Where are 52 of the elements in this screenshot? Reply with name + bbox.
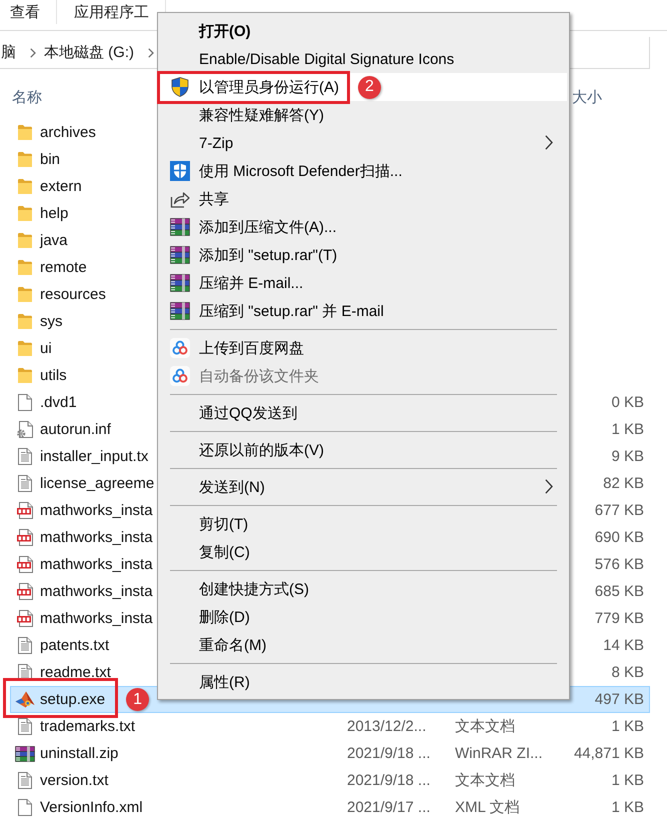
file-name: readme.txt — [40, 664, 111, 681]
type-cell-text: WinRAR ZI... — [455, 745, 544, 762]
type-cell-text: 文本文档 — [455, 717, 516, 736]
file-name: mathworks_insta — [40, 556, 153, 573]
file-name: autorun.inf — [40, 421, 111, 438]
file-name: mathworks_insta — [40, 529, 153, 546]
size-cell-text: 1 KB — [610, 421, 644, 438]
file-name: sys — [40, 313, 62, 330]
file-name: .dvd1 — [40, 394, 77, 411]
date-cell-text: 2021/9/18 ... — [347, 745, 432, 762]
size-cell-text: 576 KB — [594, 556, 644, 573]
file-name: installer_input.tx — [40, 448, 148, 465]
step-badge: 2 — [358, 76, 381, 98]
file-name: patents.txt — [40, 637, 110, 654]
size-cell-text: 779 KB — [594, 610, 644, 627]
file-name: ui — [40, 340, 52, 357]
size-cell-text: 0 KB — [610, 394, 644, 411]
size-cell-text: 497 KB — [594, 691, 644, 708]
size-cell-text: 1 KB — [610, 772, 644, 789]
date-cell-text: 2021/9/17 ... — [347, 799, 432, 816]
size-cell-text: 1 KB — [610, 718, 644, 735]
file-name: mathworks_insta — [40, 502, 153, 519]
size-cell-text: 8 KB — [610, 664, 644, 681]
size-cell-text: 82 KB — [602, 475, 644, 492]
type-cell-text: 文本文档 — [455, 771, 516, 790]
date-cell-text: 2013/12/2... — [347, 718, 428, 735]
file-name: version.txt — [40, 772, 108, 789]
file-name: trademarks.txt — [40, 718, 136, 735]
file-name: bin — [40, 151, 60, 168]
size-cell-text: 677 KB — [594, 502, 644, 519]
step-badge: 1 — [126, 688, 150, 711]
file-name: setup.exe — [40, 691, 106, 708]
file-name: utils — [40, 367, 67, 384]
size-cell-text: 685 KB — [594, 583, 644, 600]
file-name: VersionInfo.xml — [40, 799, 143, 816]
size-cell-text: 1 KB — [610, 799, 644, 816]
file-name: resources — [40, 286, 106, 303]
file-name: extern — [40, 178, 82, 195]
size-cell-text: 9 KB — [610, 448, 644, 465]
size-cell-text: 14 KB — [602, 637, 644, 654]
file-name: help — [40, 205, 68, 222]
file-name: uninstall.zip — [40, 745, 118, 762]
file-name: archives — [40, 124, 96, 141]
date-cell-text: 2021/9/18 ... — [347, 772, 432, 789]
type-cell-text: XML 文档 — [455, 798, 520, 817]
file-name: remote — [40, 259, 87, 276]
file-name: mathworks_insta — [40, 610, 153, 627]
size-cell-text: 690 KB — [594, 529, 644, 546]
file-name: java — [40, 232, 68, 249]
file-name: mathworks_insta — [40, 583, 153, 600]
size-cell-text: 44,871 KB — [572, 745, 644, 762]
file-name: license_agreeme — [40, 475, 154, 492]
